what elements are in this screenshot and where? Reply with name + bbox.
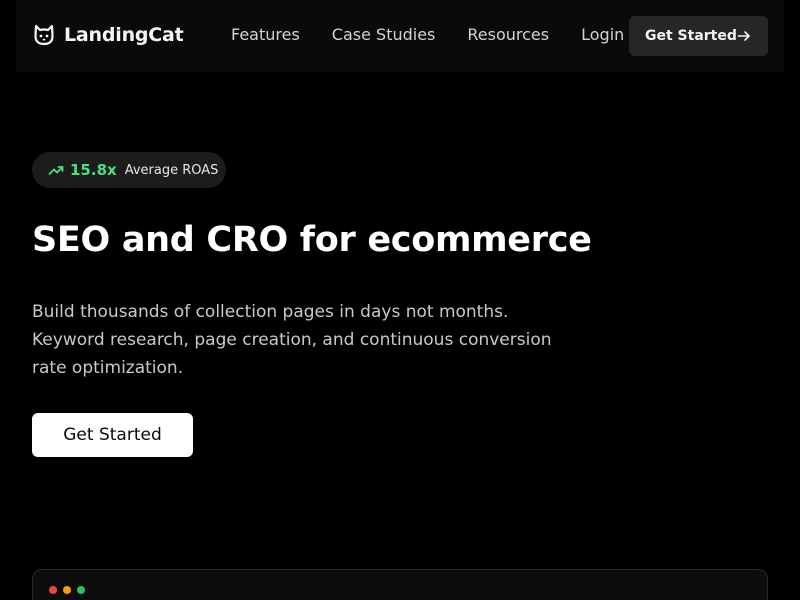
nav-item-case-studies[interactable]: Case Studies [332, 25, 436, 44]
roas-label: Average ROAS [124, 162, 219, 178]
window-close-dot [49, 586, 57, 594]
hero-description: Build thousands of collection pages in d… [32, 298, 552, 382]
roas-value: 15.8x [70, 161, 117, 179]
arrow-right-icon [737, 31, 750, 41]
hero-title: SEO and CRO for ecommerce [32, 220, 592, 260]
main-nav: Features Case Studies Resources Login [231, 25, 656, 44]
brand-name: LandingCat [64, 24, 184, 46]
header-get-started-button[interactable]: Get Started [629, 16, 768, 56]
hero-description-line: Keyword research, page creation, and con… [32, 330, 552, 350]
nav-item-features[interactable]: Features [231, 25, 300, 44]
cat-icon [34, 24, 54, 46]
hero-description-line: Build thousands of collection pages in d… [32, 302, 509, 322]
landing-page: LandingCat Features Case Studies Resourc… [0, 0, 800, 600]
nav-item-resources[interactable]: Resources [467, 25, 549, 44]
window-minimize-dot [63, 586, 71, 594]
header-get-started-label: Get Started [645, 28, 737, 44]
nav-item-login[interactable]: Login [581, 25, 624, 44]
brand-logo[interactable]: LandingCat [32, 22, 184, 48]
top-navigation-bar: LandingCat Features Case Studies Resourc… [16, 0, 784, 72]
trending-up-icon [48, 166, 64, 175]
roas-badge: 15.8x Average ROAS [32, 152, 226, 188]
product-preview-window [32, 569, 768, 600]
window-maximize-dot [77, 586, 85, 594]
hero-get-started-button[interactable]: Get Started [32, 413, 193, 457]
hero-description-line: rate optimization. [32, 358, 184, 378]
